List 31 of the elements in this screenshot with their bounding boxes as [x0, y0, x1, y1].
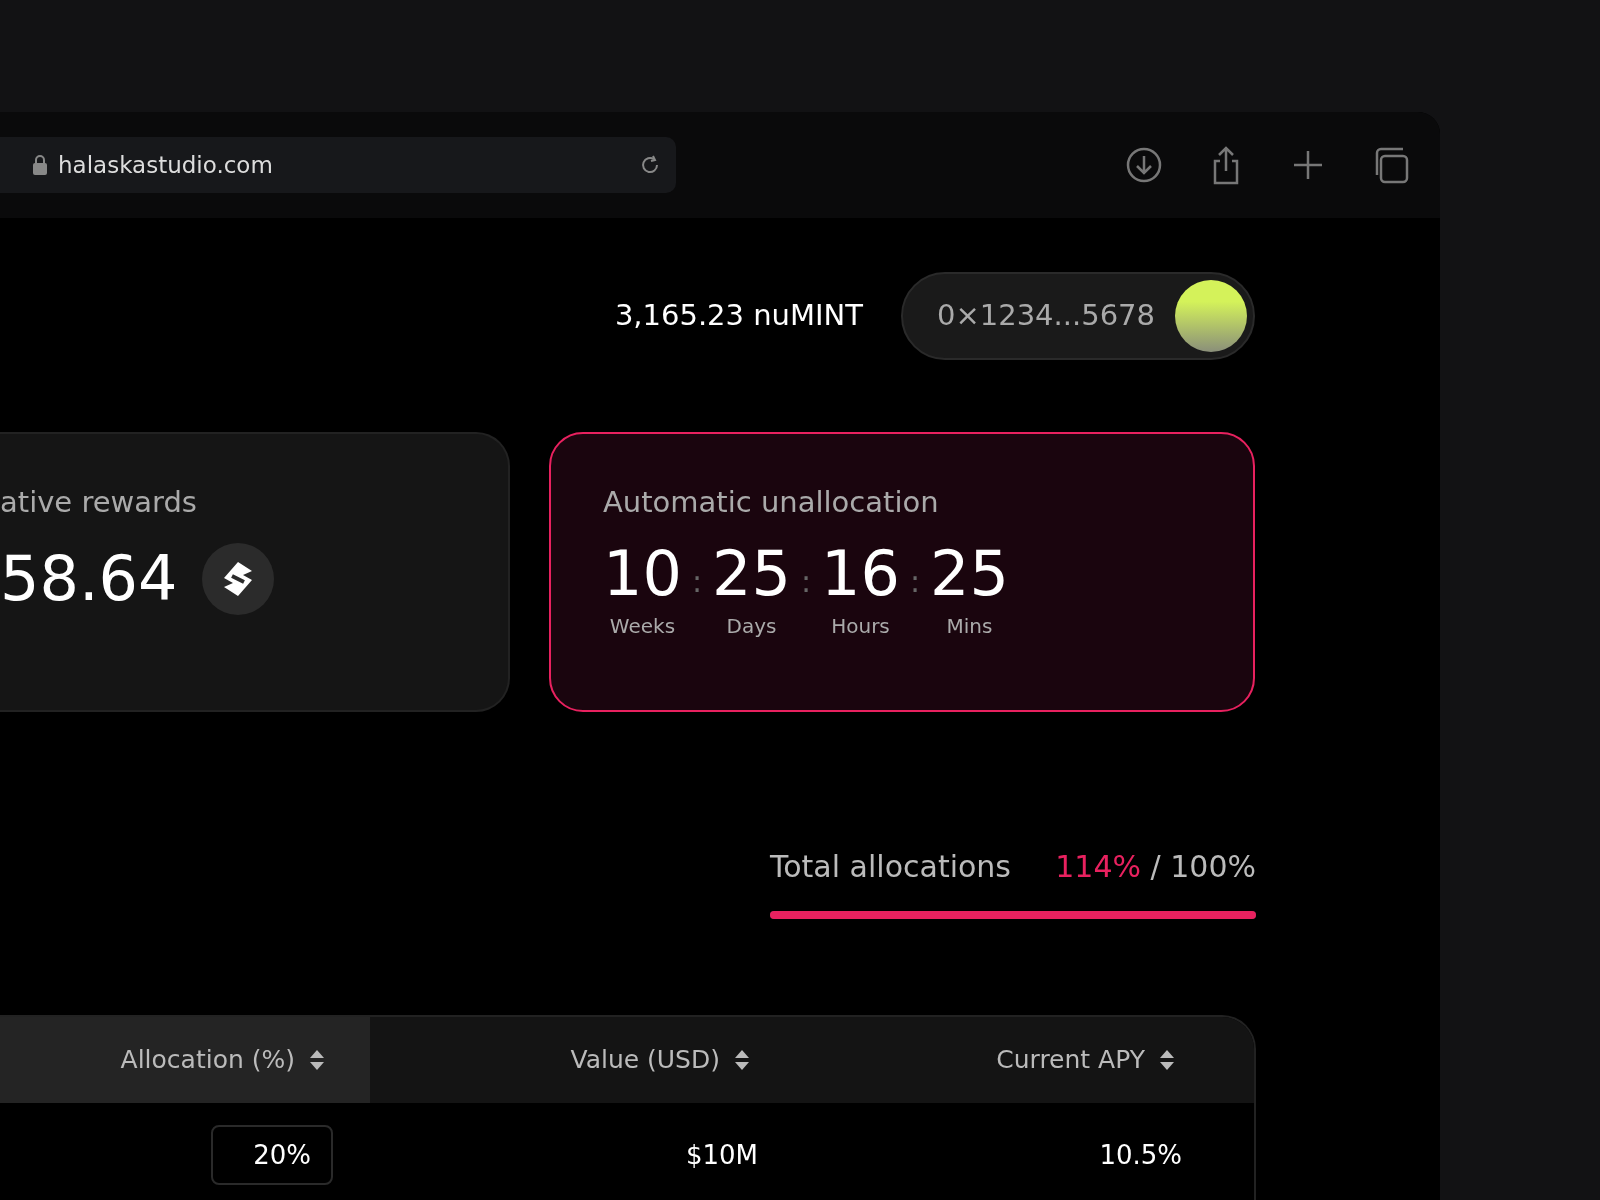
- countdown-value: 16: [821, 543, 900, 605]
- allocations-label: Total allocations: [770, 848, 1011, 886]
- download-icon[interactable]: [1124, 145, 1164, 185]
- value-cell-text: $10M: [685, 1138, 758, 1172]
- avatar-icon: [1175, 280, 1247, 352]
- countdown-value: 25: [930, 543, 1009, 605]
- token-balance: 3,165.23 nuMINT: [614, 297, 863, 335]
- countdown-unit: Weeks: [609, 613, 676, 640]
- card-title: Automatic unallocation: [603, 488, 939, 517]
- separator: :: [909, 563, 921, 601]
- sort-icon[interactable]: [1159, 1049, 1175, 1071]
- countdown-unit: Mins: [946, 613, 993, 640]
- separator: :: [800, 563, 812, 601]
- card-title: ative rewards: [0, 488, 197, 517]
- column-header[interactable]: Value (USD): [570, 1041, 720, 1079]
- sort-icon[interactable]: [734, 1049, 750, 1071]
- separator: :: [691, 563, 702, 601]
- apy-cell-text: 10.5%: [1099, 1138, 1182, 1172]
- rewards-value: 58.64: [0, 548, 178, 610]
- countdown-unit: Hours: [831, 613, 890, 640]
- wallet-button[interactable]: 0×1234...5678: [901, 272, 1255, 360]
- allocations-total: 114% / 100%: [1055, 848, 1256, 886]
- countdown-value: 25: [712, 543, 791, 605]
- column-header[interactable]: Current APY: [996, 1041, 1145, 1079]
- url-text: halaskastudio.com: [58, 150, 274, 180]
- countdown-value: 10: [603, 543, 682, 605]
- address-bar[interactable]: halaskastudio.com: [0, 137, 676, 193]
- countdown-unit: Days: [726, 613, 777, 640]
- lock-icon: [32, 154, 48, 176]
- sort-icon[interactable]: [309, 1049, 325, 1071]
- allocation-input[interactable]: 20%: [211, 1125, 333, 1185]
